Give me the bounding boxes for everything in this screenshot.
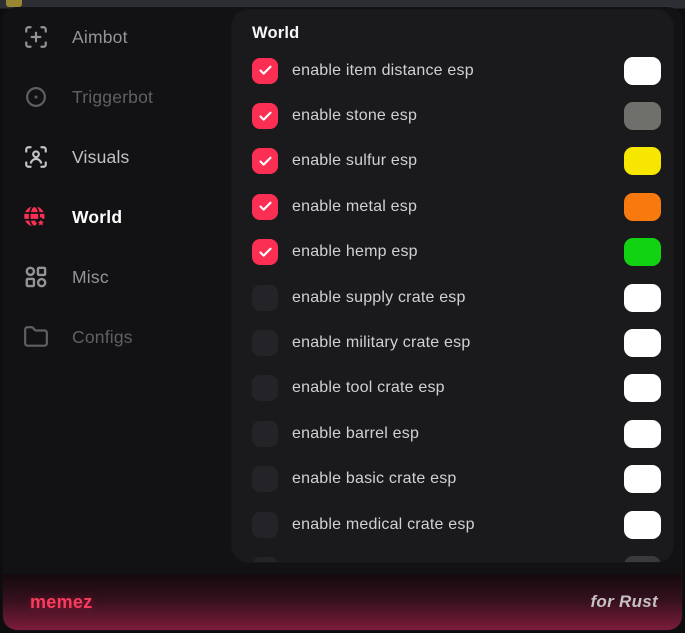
sidebar-item-aimbot[interactable]: Aimbot bbox=[3, 7, 232, 67]
panel-title: World bbox=[252, 24, 673, 43]
esp-label: enable sulfur esp bbox=[292, 152, 624, 170]
esp-label: enable metal esp bbox=[292, 198, 624, 216]
esp-row: enable tool crate esp bbox=[232, 366, 673, 411]
sidebar-item-label: Misc bbox=[72, 267, 109, 288]
esp-checkbox[interactable] bbox=[252, 285, 278, 311]
esp-label: enable tool crate esp bbox=[292, 379, 624, 397]
color-swatch[interactable] bbox=[624, 238, 661, 266]
sidebar-item-label: World bbox=[72, 207, 122, 228]
configs-icon bbox=[22, 324, 49, 351]
esp-row: enable medical crate esp bbox=[232, 502, 673, 547]
brand-name: memez bbox=[30, 592, 93, 613]
background-artifact bbox=[6, 0, 22, 7]
esp-row: enable item distance esp bbox=[232, 48, 673, 93]
sidebar-item-world[interactable]: World bbox=[3, 187, 232, 247]
visuals-icon bbox=[22, 144, 49, 171]
misc-icon bbox=[22, 264, 49, 291]
esp-row: enable basic crate esp bbox=[232, 457, 673, 502]
esp-checkbox[interactable] bbox=[252, 103, 278, 129]
sidebar-item-misc[interactable]: Misc bbox=[3, 247, 232, 307]
esp-checkbox[interactable] bbox=[252, 239, 278, 265]
esp-label: enable item distance esp bbox=[292, 62, 624, 80]
esp-label: enable supply crate esp bbox=[292, 289, 624, 307]
check-icon bbox=[258, 109, 273, 124]
color-swatch[interactable] bbox=[624, 511, 661, 539]
esp-checkbox[interactable] bbox=[252, 375, 278, 401]
esp-label: enable basic crate esp bbox=[292, 470, 624, 488]
esp-checkbox[interactable] bbox=[252, 148, 278, 174]
color-swatch[interactable] bbox=[624, 102, 661, 130]
esp-label: enable stone esp bbox=[292, 107, 624, 125]
aimbot-icon bbox=[22, 24, 49, 51]
esp-row: enable supply crate esp bbox=[232, 275, 673, 320]
footer: memez for Rust bbox=[3, 574, 682, 630]
esp-checkbox[interactable] bbox=[252, 557, 278, 562]
esp-row: enable stone esp bbox=[232, 93, 673, 138]
sidebar-item-configs[interactable]: Configs bbox=[3, 307, 232, 367]
esp-row: enable metal esp bbox=[232, 184, 673, 229]
esp-label: enable medical crate esp bbox=[292, 516, 624, 534]
color-swatch[interactable] bbox=[624, 147, 661, 175]
brand-tagline: for Rust bbox=[590, 592, 658, 612]
esp-checkbox[interactable] bbox=[252, 58, 278, 84]
check-icon bbox=[258, 199, 273, 214]
color-swatch[interactable] bbox=[624, 57, 661, 85]
esp-rows: enable item distance esp enable stone es… bbox=[232, 48, 673, 562]
cheat-menu-window: Aimbot Triggerbot Visuals bbox=[3, 7, 682, 630]
world-icon bbox=[22, 204, 49, 231]
color-swatch[interactable] bbox=[624, 420, 661, 448]
esp-checkbox[interactable] bbox=[252, 330, 278, 356]
triggerbot-icon bbox=[22, 84, 49, 111]
color-swatch[interactable] bbox=[624, 193, 661, 221]
sidebar-item-label: Triggerbot bbox=[72, 87, 153, 108]
esp-label: enable hemp esp bbox=[292, 243, 624, 261]
check-icon bbox=[258, 63, 273, 78]
esp-row: enable sulfur esp bbox=[232, 139, 673, 184]
esp-checkbox[interactable] bbox=[252, 421, 278, 447]
esp-label: enable military crate esp bbox=[292, 334, 624, 352]
check-icon bbox=[258, 245, 273, 260]
color-swatch[interactable] bbox=[624, 329, 661, 357]
color-swatch[interactable] bbox=[624, 284, 661, 312]
esp-checkbox[interactable] bbox=[252, 512, 278, 538]
esp-row bbox=[232, 547, 673, 562]
esp-row: enable barrel esp bbox=[232, 411, 673, 456]
color-swatch[interactable] bbox=[624, 465, 661, 493]
esp-label: enable barrel esp bbox=[292, 425, 624, 443]
esp-checkbox[interactable] bbox=[252, 466, 278, 492]
sidebar-item-label: Configs bbox=[72, 327, 133, 348]
esp-row: enable hemp esp bbox=[232, 230, 673, 275]
color-swatch[interactable] bbox=[624, 556, 661, 562]
sidebar-item-label: Aimbot bbox=[72, 27, 128, 48]
sidebar-item-visuals[interactable]: Visuals bbox=[3, 127, 232, 187]
esp-row: enable military crate esp bbox=[232, 320, 673, 365]
sidebar-item-label: Visuals bbox=[72, 147, 130, 168]
sidebar-item-triggerbot[interactable]: Triggerbot bbox=[3, 67, 232, 127]
check-icon bbox=[258, 154, 273, 169]
color-swatch[interactable] bbox=[624, 374, 661, 402]
esp-checkbox[interactable] bbox=[252, 194, 278, 220]
sidebar: Aimbot Triggerbot Visuals bbox=[3, 7, 232, 367]
world-panel: World enable item distance esp enable st… bbox=[232, 10, 673, 562]
